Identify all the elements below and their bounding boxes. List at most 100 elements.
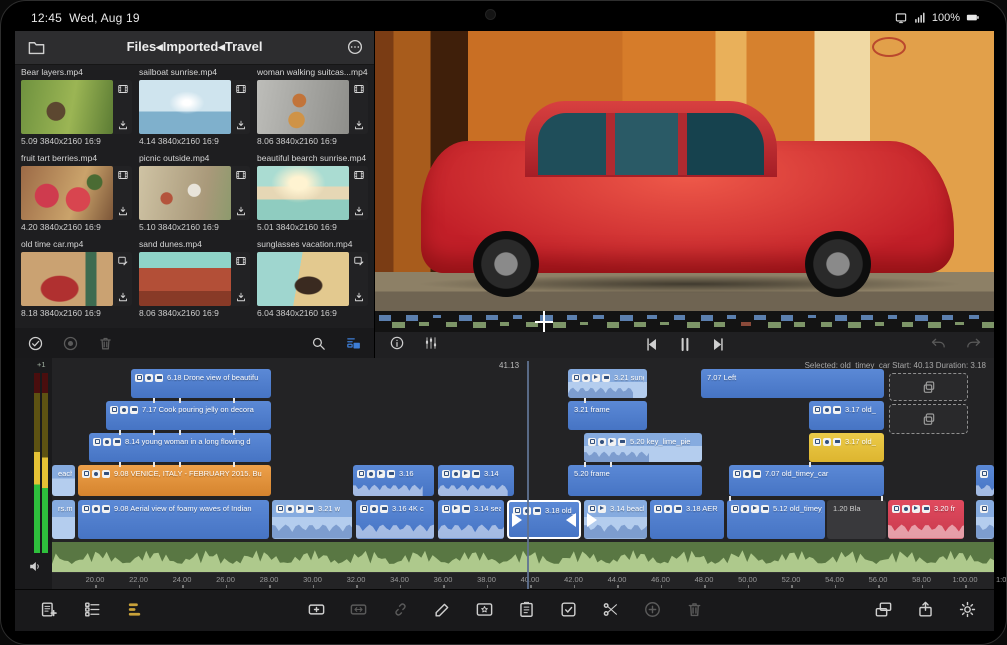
- ruler-tick-label: 58.00: [912, 575, 931, 584]
- library-item-thumbnail[interactable]: [257, 166, 349, 220]
- mixer-icon[interactable]: [423, 335, 439, 351]
- clip-label: 3.20 fr: [934, 504, 955, 513]
- library-item-thumbnail[interactable]: [139, 252, 231, 306]
- audio-waveform-track[interactable]: [52, 542, 994, 572]
- clip-label: 3.16 4K c: [392, 504, 424, 513]
- trim-handle-right[interactable]: [566, 513, 576, 527]
- timeline-clip[interactable]: 3.21 frame: [568, 401, 647, 430]
- timeline-layers-button[interactable]: [125, 598, 147, 620]
- timeline-clip[interactable]: 9.08 Aerial view of foamy waves of India…: [78, 500, 269, 539]
- trash-icon[interactable]: [97, 335, 114, 352]
- scissors-button[interactable]: [599, 598, 621, 620]
- link-button[interactable]: [389, 598, 411, 620]
- checkbox-button[interactable]: [557, 598, 579, 620]
- timeline-clip[interactable]: each: [52, 465, 75, 496]
- insert-button[interactable]: [305, 598, 327, 620]
- record-icon[interactable]: [62, 335, 79, 352]
- ellipsis-icon[interactable]: [346, 38, 364, 56]
- clip-link-connector: [584, 462, 586, 467]
- info-icon[interactable]: [389, 335, 405, 351]
- clip-drop-placeholder[interactable]: [889, 373, 968, 401]
- timeline-clip[interactable]: 7.17 Cook pouring jelly on decora: [106, 401, 271, 430]
- add-media-button[interactable]: [37, 598, 59, 620]
- library-item-thumbnail[interactable]: [21, 80, 113, 134]
- speaker-icon[interactable]: [27, 558, 44, 575]
- clip-drop-placeholder[interactable]: [889, 404, 968, 434]
- timeline-clip[interactable]: 3.18 old_: [507, 500, 581, 539]
- timeline-clip[interactable]: 7.07 Left: [701, 369, 884, 398]
- timeline-clip[interactable]: 3.17 old_: [809, 401, 884, 430]
- frame-badge-icon: [82, 470, 90, 478]
- timeline-clip[interactable]: 3.17 old_: [809, 433, 884, 462]
- timeline-ruler[interactable]: 20.0022.0024.0026.0028.0030.0032.0034.00…: [52, 572, 994, 590]
- timeline-clip[interactable]: rs.m: [52, 500, 75, 539]
- timeline-clip[interactable]: 3.18 AER: [650, 500, 724, 539]
- track-options-button[interactable]: [81, 598, 103, 620]
- timeline-clip[interactable]: 7.07 old_timey_car: [729, 465, 884, 496]
- library-item[interactable]: picnic outside.mp45.10 3840x2160 16:9: [137, 153, 253, 237]
- timeline-clip[interactable]: 3.14: [438, 465, 514, 496]
- skip-forward-icon[interactable]: [708, 335, 727, 354]
- film-icon: [353, 83, 365, 95]
- library-item-thumbnail[interactable]: [139, 80, 231, 134]
- library-item[interactable]: beautiful bearch sunrise.mp45.01 3840x21…: [255, 153, 371, 237]
- media-badge-icon: [472, 470, 480, 478]
- timeline-clip[interactable]: 3.14 sea: [438, 500, 504, 539]
- star-frame-button[interactable]: [473, 598, 495, 620]
- timeline-clip[interactable]: 3.21 w: [272, 500, 352, 539]
- timeline-clip[interactable]: 1.20 Bla: [827, 500, 886, 539]
- timeline-clip[interactable]: 3.16 4K c: [356, 500, 434, 539]
- clip-header: 9.08 VENICE, ITALY - FEBRUARY 2015. Bu: [82, 468, 268, 479]
- ruler-tick-label: 38.00: [477, 575, 496, 584]
- layout-button[interactable]: [872, 598, 894, 620]
- timeline-clip[interactable]: 9.08 VENICE, ITALY - FEBRUARY 2015. Bu: [78, 465, 271, 496]
- library-item-thumbnail[interactable]: [139, 166, 231, 220]
- library-item-thumbnail[interactable]: [257, 252, 349, 306]
- check-circle-icon[interactable]: [27, 335, 44, 352]
- pencil-button[interactable]: [431, 598, 453, 620]
- library-item-thumbnail[interactable]: [21, 166, 113, 220]
- search-icon[interactable]: [310, 335, 327, 352]
- gear-button[interactable]: [956, 598, 978, 620]
- library-item-badges: [113, 252, 132, 306]
- timeline-clip[interactable]: 5.20 frame: [568, 465, 702, 496]
- library-breadcrumb[interactable]: Files◂Imported◂Travel: [15, 39, 374, 55]
- sort-icon[interactable]: [345, 335, 362, 352]
- redo-icon[interactable]: [965, 335, 982, 352]
- timeline-minimap[interactable]: [375, 311, 994, 332]
- timeline-clip[interactable]: 3.20 fr: [888, 500, 964, 539]
- playhead[interactable]: [527, 361, 529, 589]
- timeline[interactable]: +1 41.13 Selected: old_timey_car Start: …: [15, 358, 994, 589]
- pause-icon[interactable]: [675, 335, 694, 354]
- clip-link-connector: [153, 398, 155, 403]
- timeline-clip[interactable]: 6.18 Drone view of beautifu: [131, 369, 271, 398]
- media-badge-icon: [533, 507, 541, 515]
- library-item[interactable]: fruit tart berries.mp44.20 3840x2160 16:…: [19, 153, 135, 237]
- library-item[interactable]: Bear layers.mp45.09 3840x2160 16:9: [19, 67, 135, 151]
- frame-badge-icon: [980, 505, 988, 513]
- library-item[interactable]: sunglasses vacation.mp46.04 3840x2160 16…: [255, 239, 371, 323]
- library-item[interactable]: woman walking suitcas...mp48.06 3840x216…: [255, 67, 371, 151]
- timeline-clip[interactable]: [976, 465, 994, 496]
- library-item-thumbnail[interactable]: [257, 80, 349, 134]
- audio-badge-icon: [452, 505, 460, 513]
- timeline-clip[interactable]: 3.14 beach: [584, 500, 647, 539]
- timeline-clip[interactable]: 3.21 sunglas: [568, 369, 647, 398]
- undo-icon[interactable]: [930, 335, 947, 352]
- overwrite-button[interactable]: [347, 598, 369, 620]
- clipboard-button[interactable]: [515, 598, 537, 620]
- timeline-clip[interactable]: 5.12 old_timey_car: [727, 500, 825, 539]
- library-item-thumbnail[interactable]: [21, 252, 113, 306]
- trash-button[interactable]: [683, 598, 705, 620]
- library-item[interactable]: sailboat sunrise.mp44.14 3840x2160 16:9: [137, 67, 253, 151]
- timeline-clip[interactable]: 5.20 key_lime_pie: [584, 433, 702, 462]
- trim-handle-left[interactable]: [512, 513, 522, 527]
- timeline-clip[interactable]: 8.14 young woman in a long flowing d: [89, 433, 271, 462]
- timeline-clip[interactable]: 3.16: [353, 465, 434, 496]
- add-circle-button[interactable]: [641, 598, 663, 620]
- library-item[interactable]: old time car.mp48.18 3840x2160 16:9: [19, 239, 135, 323]
- timeline-clip[interactable]: [976, 500, 994, 539]
- library-item[interactable]: sand dunes.mp48.06 3840x2160 16:9: [137, 239, 253, 323]
- skip-back-icon[interactable]: [642, 335, 661, 354]
- share-button[interactable]: [914, 598, 936, 620]
